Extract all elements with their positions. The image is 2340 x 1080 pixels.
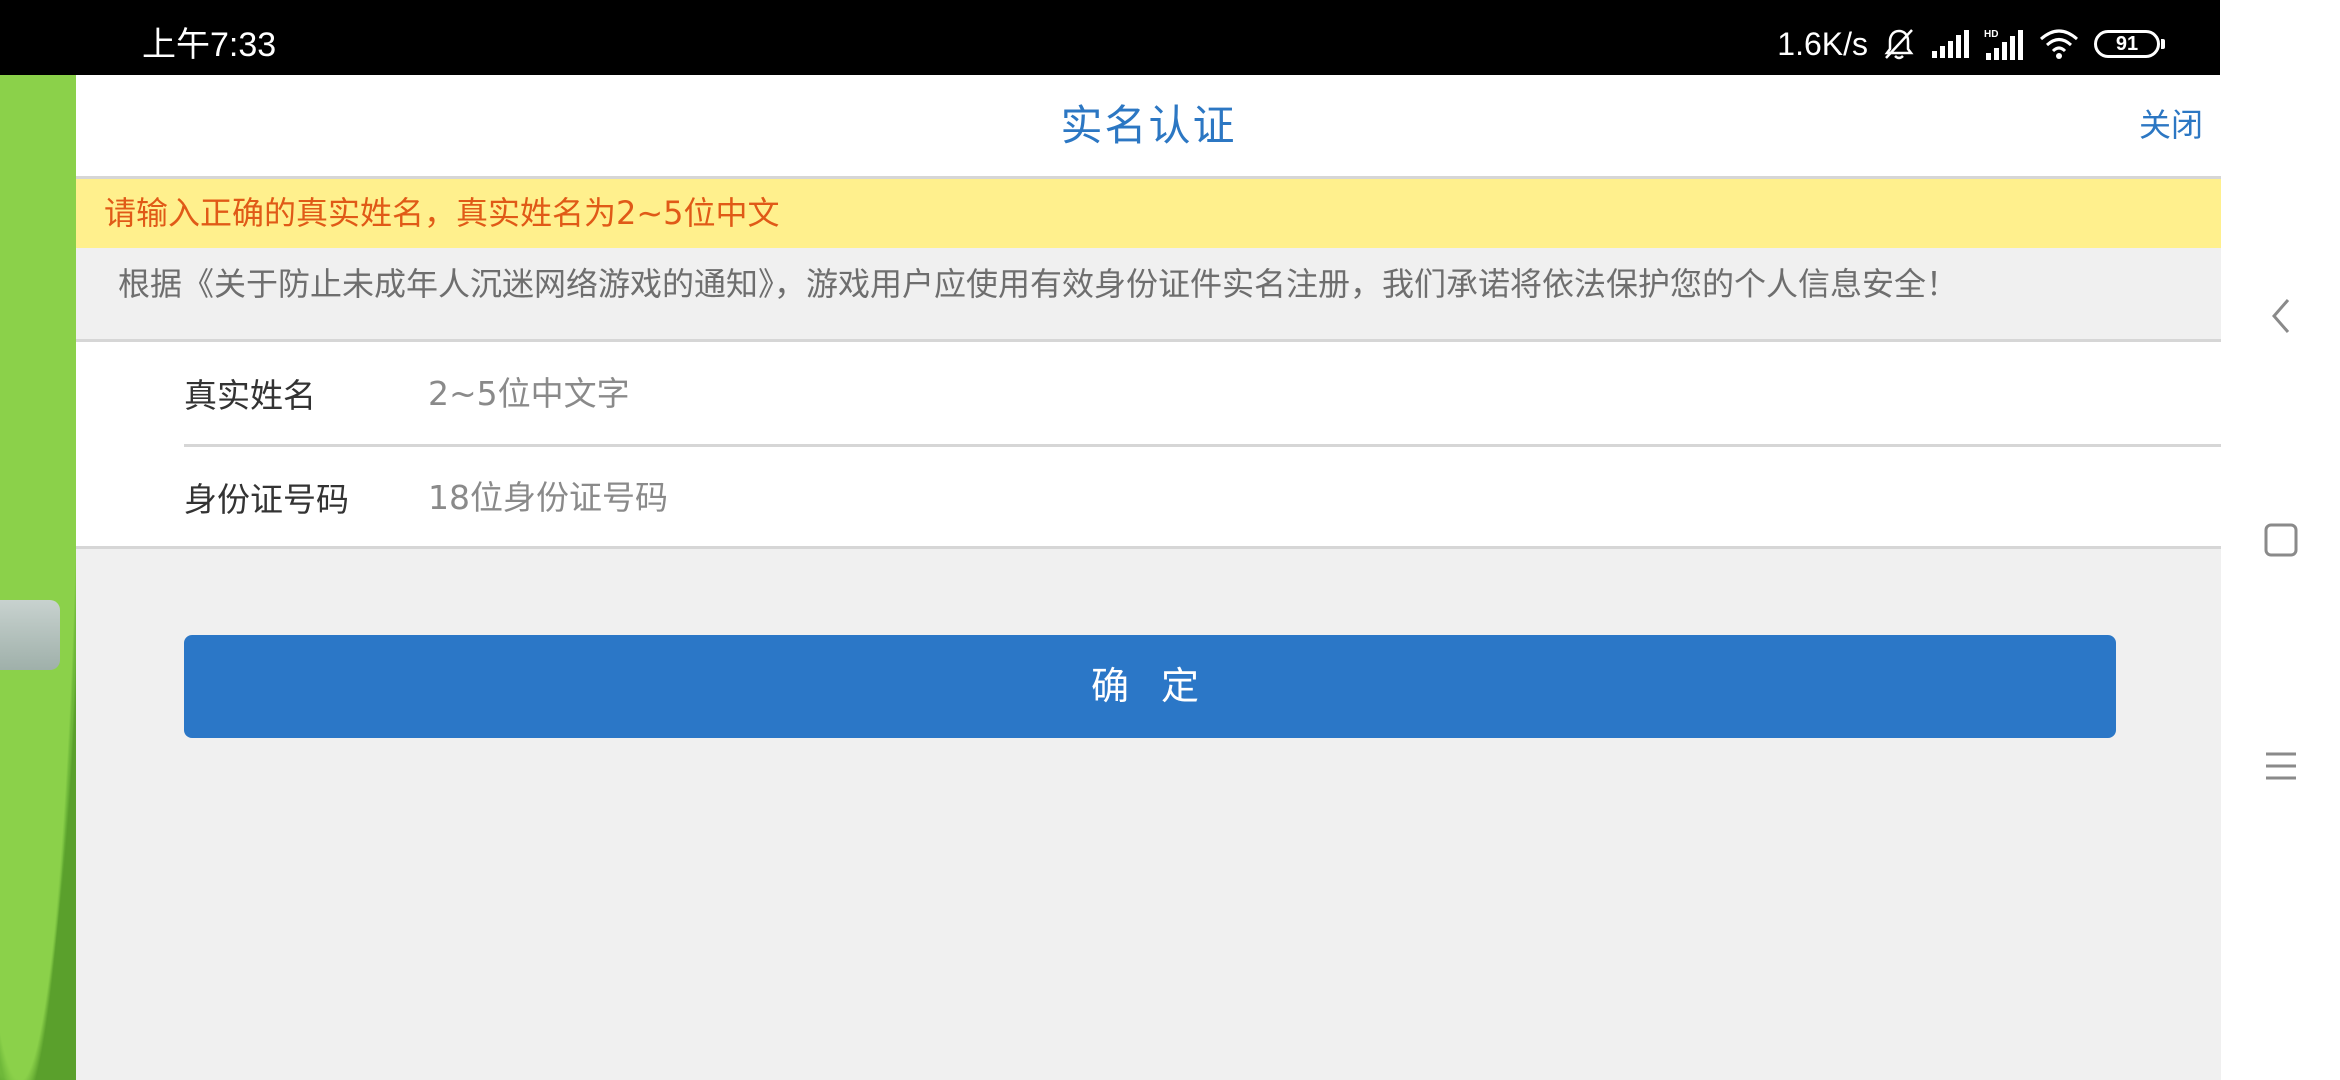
nav-menu-button[interactable] (2221, 728, 2340, 808)
nav-home-button[interactable] (2221, 502, 2340, 582)
home-square-icon (2261, 520, 2301, 564)
status-time: 上午7:33 (142, 26, 277, 64)
background-rock (0, 600, 60, 670)
nav-back-button[interactable] (2221, 278, 2340, 358)
close-button[interactable]: 关闭 (2139, 102, 2203, 148)
system-nav-bar (2221, 0, 2340, 1080)
id-number-label: 身份证号码 (184, 480, 349, 519)
svg-text:HD: HD (1984, 29, 1998, 40)
signal-icon (1930, 29, 1970, 59)
id-number-row: 身份证号码 (184, 446, 2221, 548)
battery-icon: 91 (2094, 30, 2165, 58)
dialog-header: 实名认证 关闭 (76, 75, 2221, 179)
back-chevron-icon (2266, 296, 2296, 340)
hd-signal-icon: HD (1984, 27, 2024, 61)
id-number-input[interactable] (428, 467, 2221, 527)
real-name-label: 真实姓名 (184, 376, 316, 415)
mute-bell-icon (1882, 27, 1916, 61)
auth-form: 真实姓名 身份证号码 (76, 339, 2221, 549)
real-name-row: 真实姓名 (184, 342, 2221, 447)
menu-lines-icon (2261, 746, 2301, 790)
status-bar: 上午7:33 1.6K/s HD 91 (0, 0, 2220, 75)
warning-banner: 请输入正确的真实姓名，真实姓名为2~5位中文 (76, 179, 2221, 248)
status-indicators: 1.6K/s HD 91 (1777, 22, 2165, 66)
wifi-icon (2038, 27, 2080, 61)
real-name-auth-dialog: 实名认证 关闭 请输入正确的真实姓名，真实姓名为2~5位中文 根据《关于防止未成… (76, 75, 2221, 1080)
dialog-title: 实名认证 (1060, 101, 1237, 150)
network-speed: 1.6K/s (1777, 25, 1868, 62)
real-name-input[interactable] (428, 363, 2221, 423)
battery-level: 91 (2115, 32, 2139, 55)
confirm-button[interactable]: 确 定 (184, 635, 2116, 738)
background-game-art (0, 0, 80, 1080)
